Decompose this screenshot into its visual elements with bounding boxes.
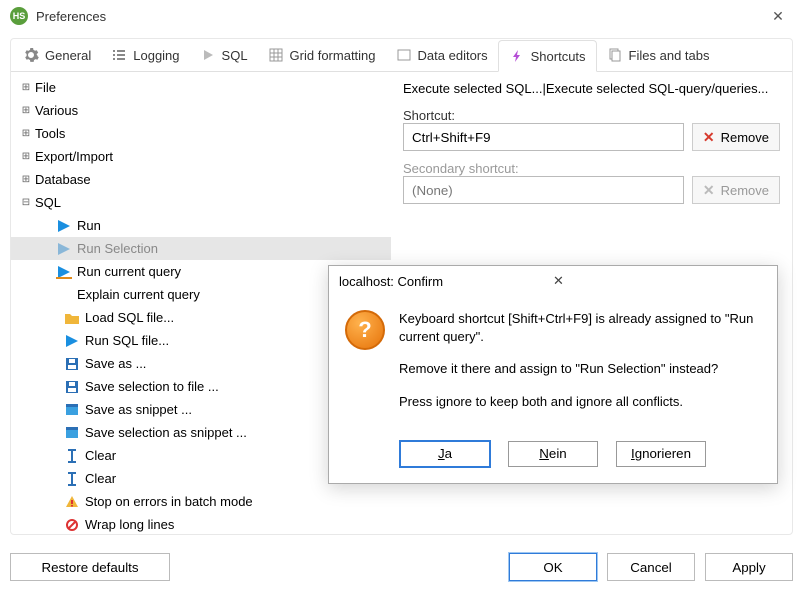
footer: Restore defaults OK Cancel Apply <box>0 543 803 591</box>
expand-icon[interactable]: ⊞ <box>19 104 33 118</box>
tabs: General Logging SQL Grid formatting Data… <box>11 39 792 71</box>
play-icon <box>55 219 73 233</box>
save-icon <box>63 357 81 371</box>
play-icon <box>63 334 81 348</box>
edit-icon <box>396 47 412 63</box>
ok-button[interactable]: OK <box>509 553 597 581</box>
secondary-shortcut-label: Secondary shortcut: <box>403 161 780 176</box>
tab-label: Shortcuts <box>531 49 586 64</box>
tab-label: SQL <box>222 48 248 63</box>
remove-secondary-button[interactable]: ✕Remove <box>692 176 780 204</box>
expand-icon[interactable]: ⊞ <box>19 127 33 141</box>
tree-item-sql[interactable]: ⊟SQL <box>11 191 391 214</box>
play-icon <box>200 47 216 63</box>
window-title: Preferences <box>36 9 763 24</box>
tab-label: Logging <box>133 48 179 63</box>
snippet-icon <box>63 426 81 440</box>
grid-icon <box>268 47 284 63</box>
yes-button[interactable]: Ja <box>400 441 490 467</box>
play-line-icon <box>55 265 73 279</box>
restore-defaults-button[interactable]: Restore defaults <box>10 553 170 581</box>
tab-label: General <box>45 48 91 63</box>
ignore-button[interactable]: Ignorieren <box>616 441 706 467</box>
tab-data-editors[interactable]: Data editors <box>386 39 498 71</box>
shortcut-description: Execute selected SQL...|Execute selected… <box>403 80 780 98</box>
question-icon: ? <box>345 310 385 350</box>
remove-shortcut-button[interactable]: ✕Remove <box>692 123 780 151</box>
tab-label: Grid formatting <box>290 48 376 63</box>
play-icon <box>55 242 73 256</box>
tab-logging[interactable]: Logging <box>101 39 189 71</box>
tree-item-stop-on-errors[interactable]: Stop on errors in batch mode <box>11 490 391 513</box>
no-button[interactable]: Nein <box>508 441 598 467</box>
tab-grid[interactable]: Grid formatting <box>258 39 386 71</box>
tree-item-database[interactable]: ⊞Database <box>11 168 391 191</box>
cancel-button[interactable]: Cancel <box>607 553 695 581</box>
expand-icon[interactable]: ⊞ <box>19 173 33 187</box>
tree-item-tools[interactable]: ⊞Tools <box>11 122 391 145</box>
shortcut-label: Shortcut: <box>403 108 780 123</box>
warning-icon <box>63 495 81 509</box>
tree-item-various[interactable]: ⊞Various <box>11 99 391 122</box>
gear-icon <box>23 47 39 63</box>
cursor-icon <box>63 449 81 463</box>
confirm-dialog: localhost: Confirm ✕ ? Keyboard shortcut… <box>328 265 778 484</box>
tree-item-run[interactable]: Run <box>11 214 391 237</box>
x-icon: ✕ <box>703 129 715 146</box>
snippet-icon <box>63 403 81 417</box>
close-icon[interactable]: ✕ <box>763 8 793 25</box>
tab-sql[interactable]: SQL <box>190 39 258 71</box>
x-icon: ✕ <box>703 182 715 199</box>
apply-button[interactable]: Apply <box>705 553 793 581</box>
list-icon <box>111 47 127 63</box>
collapse-icon[interactable]: ⊟ <box>19 196 33 210</box>
save-icon <box>63 380 81 394</box>
expand-icon[interactable]: ⊞ <box>19 150 33 164</box>
app-icon: HS <box>10 7 28 25</box>
tree-item-export-import[interactable]: ⊞Export/Import <box>11 145 391 168</box>
dialog-message: Keyboard shortcut [Shift+Ctrl+F9] is alr… <box>399 310 761 425</box>
dialog-title: localhost: Confirm <box>339 274 553 289</box>
tab-shortcuts[interactable]: Shortcuts <box>498 40 597 72</box>
tab-general[interactable]: General <box>13 39 101 71</box>
tab-label: Files and tabs <box>629 48 710 63</box>
tree-item-wrap-long-lines[interactable]: Wrap long lines <box>11 513 391 534</box>
bolt-icon <box>509 48 525 64</box>
tab-label: Data editors <box>418 48 488 63</box>
close-icon[interactable]: ✕ <box>553 273 767 289</box>
tree-item-run-selection[interactable]: Run Selection <box>11 237 391 260</box>
shortcut-input[interactable] <box>403 123 684 151</box>
wrap-icon <box>63 518 81 532</box>
file-icon <box>607 47 623 63</box>
expand-icon[interactable]: ⊞ <box>19 81 33 95</box>
cursor-icon <box>63 472 81 486</box>
tree-item-file[interactable]: ⊞File <box>11 76 391 99</box>
tab-files[interactable]: Files and tabs <box>597 39 720 71</box>
folder-icon <box>63 311 81 325</box>
secondary-shortcut-input[interactable] <box>403 176 684 204</box>
